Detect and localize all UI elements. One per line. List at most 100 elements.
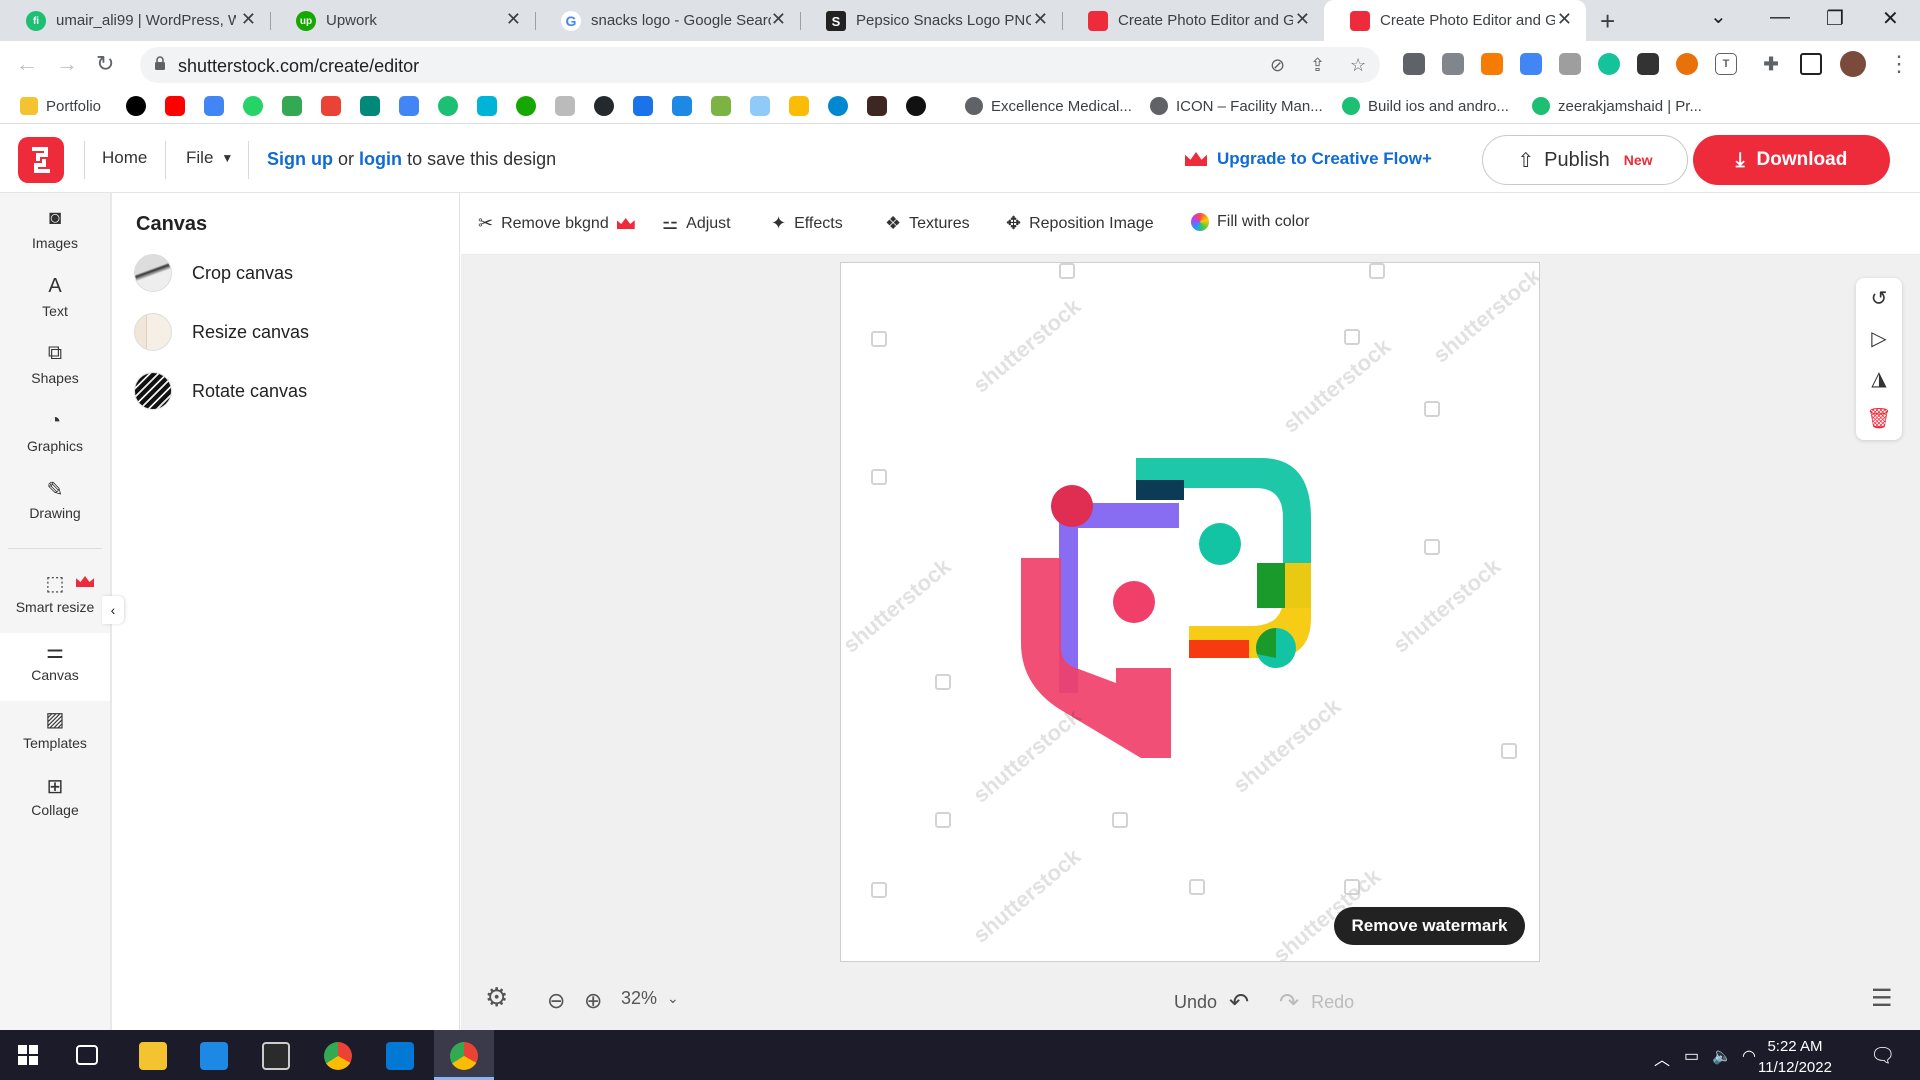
font-extension-icon[interactable]: T [1715,53,1737,75]
tray-chevron-icon[interactable]: ︿ [1654,1046,1670,1070]
camera-extension-icon[interactable] [1442,53,1464,75]
notifications-icon[interactable]: 🗨 [1870,1043,1895,1068]
reload-icon[interactable]: ↻ [96,51,114,77]
new-tab-icon[interactable]: + [1600,6,1615,37]
puzzle-icon[interactable]: ✚ [1760,53,1782,75]
publish-button[interactable]: ⇧ Publish New [1482,135,1688,185]
browser-tab[interactable]: S Pepsico Snacks Logo PNG V ✕ [800,0,1062,41]
effects-button[interactable]: ✦ Effects [771,213,843,234]
rail-item-graphics[interactable]: ◔ Graphics [0,410,110,472]
bookmark-icon[interactable] [672,96,692,116]
gmail-icon[interactable] [321,96,341,116]
bookmark-icon[interactable] [828,96,848,116]
upgrade-link[interactable]: Upgrade to Creative Flow+ [1185,149,1432,169]
chrome-icon[interactable] [324,1042,352,1070]
omnibox[interactable]: shutterstock.com/create/editor ⊘ ⇪ ☆ [140,47,1380,83]
taskbar-clock[interactable]: 5:22 AM 11/12/2022 [1758,1036,1832,1078]
redo-button[interactable]: ↷ Redo [1279,988,1354,1017]
browser-tab[interactable]: G snacks logo - Google Searc ✕ [535,0,800,41]
rotate-icon[interactable]: ↺ [1856,278,1902,318]
resize-canvas-option[interactable]: Resize canvas [134,310,434,354]
rail-item-canvas[interactable]: ⚌ Canvas [0,633,110,701]
bookmark-icon[interactable] [711,96,731,116]
wifi-icon[interactable]: ◠ [1742,1046,1756,1066]
chrome-profile-icon[interactable] [450,1042,478,1070]
signup-link[interactable]: Sign up [267,149,333,169]
bookmark-icon[interactable] [906,96,926,116]
close-icon[interactable]: ✕ [1557,9,1572,30]
gtmetrix-icon[interactable] [750,96,770,116]
eye-off-icon[interactable]: ⊘ [1270,55,1285,76]
browser-tab[interactable]: up Upwork ✕ [270,0,535,41]
rail-item-drawing[interactable]: ✎ Drawing [0,477,110,539]
zoom-select[interactable]: 32% ⌄ [621,988,679,1009]
chat-icon[interactable] [282,96,302,116]
download-button[interactable]: ⤓ Download [1693,135,1890,185]
windows-start-icon[interactable] [18,1045,38,1065]
close-icon[interactable]: ✕ [241,9,256,30]
bookmark-icon[interactable] [126,96,146,116]
task-view-icon[interactable] [76,1045,98,1065]
minimize-icon[interactable]: — [1770,6,1790,29]
extension-icon[interactable] [1481,53,1503,75]
trash-icon[interactable]: 🗑 [1856,398,1902,438]
vscode-icon[interactable] [386,1042,414,1070]
terminal-icon[interactable] [262,1042,290,1070]
home-link[interactable]: Home [102,148,147,168]
canvas-artboard[interactable]: shutterstock shutterstock shutterstock s… [840,262,1540,962]
shutterstock-logo[interactable] [18,137,64,183]
avatar[interactable] [1840,51,1866,77]
reposition-image-button[interactable]: ✥ Reposition Image [1006,213,1154,234]
flip-icon[interactable]: ◮ [1856,358,1902,398]
browser-tab-active[interactable]: Create Photo Editor and Gr ✕ [1324,0,1586,41]
bookmark-zeerak[interactable]: zeerakjamshaid | Pr... [1532,95,1702,117]
bookmark-icon[interactable] [789,96,809,116]
translate-icon[interactable] [204,96,224,116]
tab-search-icon[interactable]: ⌄ [1710,4,1727,29]
close-icon[interactable]: ✕ [771,9,786,30]
bookmark-build-ios[interactable]: Build ios and andro... [1342,95,1509,117]
rail-item-collage[interactable]: ⊞ Collage [0,774,110,836]
forward-icon[interactable]: → [56,51,78,77]
settings-gear-icon[interactable]: ⚙ [485,982,508,1013]
extension-icon[interactable] [1403,53,1425,75]
layers-icon[interactable]: ☰ [1871,984,1893,1013]
rail-item-shapes[interactable]: ⧉ Shapes [0,342,110,404]
file-explorer-icon[interactable] [139,1042,167,1070]
bookmark-icon[interactable] [555,96,575,116]
battery-icon[interactable]: ▭ [1684,1046,1699,1066]
upwork-icon[interactable] [516,96,536,116]
ads-icon[interactable] [399,96,419,116]
extension-icon[interactable] [1676,53,1698,75]
fill-with-color-button[interactable]: Fill with color [1191,213,1309,231]
window-close-icon[interactable]: ✕ [1882,6,1899,31]
extension-icon[interactable] [1637,53,1659,75]
restore-icon[interactable]: ❐ [1826,6,1844,31]
close-icon[interactable]: ✕ [506,9,521,30]
grammarly-icon[interactable] [1598,53,1620,75]
browser-tab[interactable]: Create Photo Editor and Gr ✕ [1062,0,1324,41]
zoom-in-icon[interactable]: ⊕ [584,988,602,1014]
side-panel-icon[interactable] [1800,53,1822,75]
whatsapp-icon[interactable] [243,96,263,116]
collapse-panel-icon[interactable]: ‹ [102,596,124,624]
crop-canvas-option[interactable]: Crop canvas [134,251,434,295]
zoom-out-icon[interactable]: ⊖ [547,988,565,1014]
rotate-canvas-option[interactable]: Rotate canvas [134,369,434,413]
bookmark-excellence[interactable]: Excellence Medical... [965,95,1132,117]
rail-item-templates[interactable]: ▨ Templates [0,707,110,769]
extension-icon[interactable] [1559,53,1581,75]
mail-icon[interactable] [200,1042,228,1070]
remove-background-button[interactable]: ✂ Remove bkgnd [478,213,645,234]
star-icon[interactable]: ☆ [1350,55,1366,76]
browser-tab[interactable]: fi umair_ali99 | WordPress, W ✕ [0,0,270,41]
volume-icon[interactable]: 🔈 [1712,1046,1732,1066]
rail-item-images[interactable]: ◙ Images [0,207,110,269]
send-forward-icon[interactable]: ▷ [1856,318,1902,358]
fiverr-icon[interactable] [438,96,458,116]
rail-item-text[interactable]: A Text [0,275,110,337]
close-icon[interactable]: ✕ [1295,9,1310,30]
youtube-icon[interactable] [165,96,185,116]
login-link[interactable]: login [359,149,402,169]
close-icon[interactable]: ✕ [1033,9,1048,30]
